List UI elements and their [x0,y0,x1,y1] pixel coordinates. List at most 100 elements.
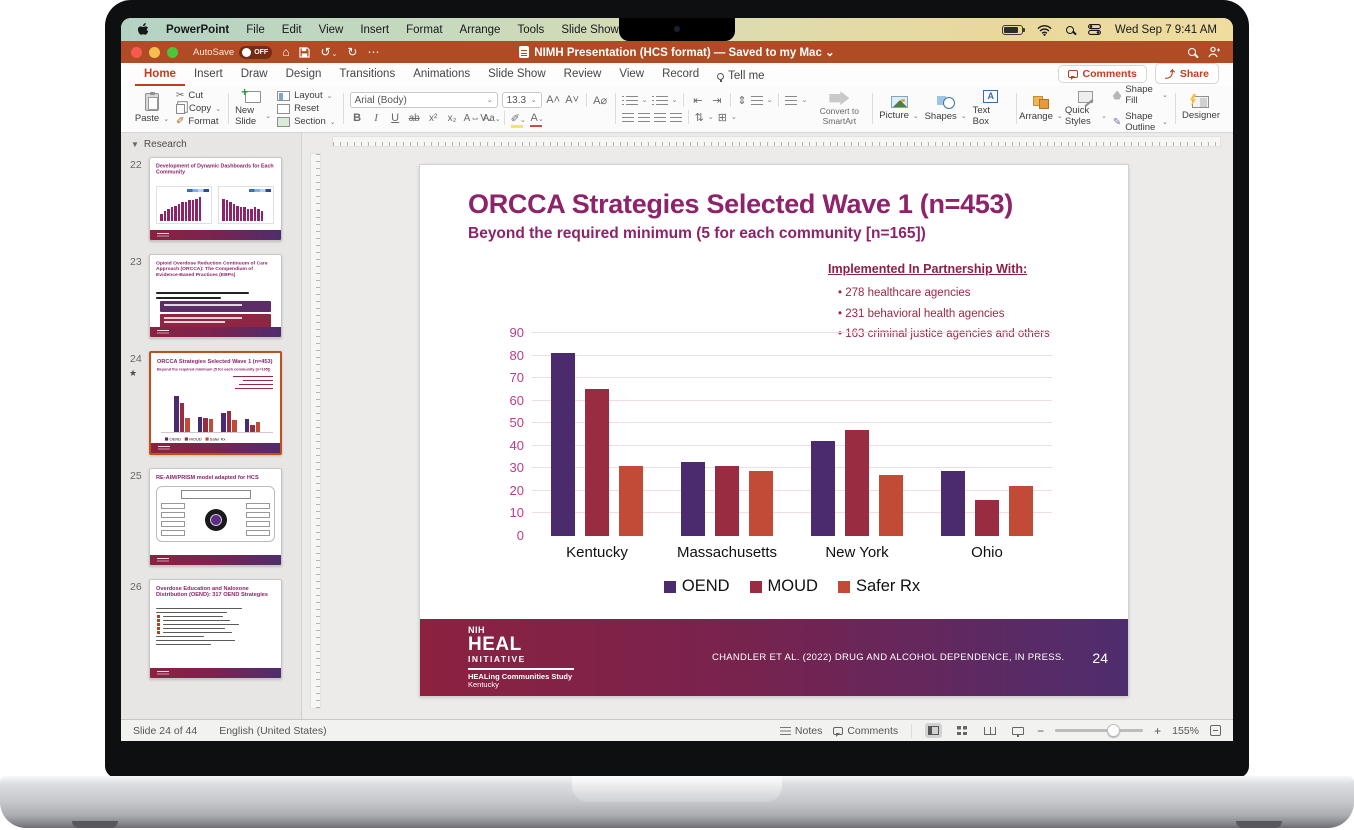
highlight-color-button[interactable]: ✐⌄ [511,112,526,125]
menubar-item-slide-show[interactable]: Slide Show [561,24,619,36]
section-header[interactable]: ▼Research [121,136,301,157]
apple-menu-icon[interactable] [137,23,149,37]
zoom-level[interactable]: 155% [1172,725,1199,737]
slide-canvas[interactable]: ORCCA Strategies Selected Wave 1 (n=453)… [420,165,1128,696]
shapes-button[interactable]: Shapes⌄ [925,96,967,122]
ribbon-tab-design[interactable]: Design [277,65,331,86]
bar-moud-ohio[interactable] [975,500,999,536]
ribbon-tab-review[interactable]: Review [555,65,611,86]
slide-thumbnail-22[interactable]: Development of Dynamic Dashboards for Ea… [149,157,282,241]
strikethrough-button[interactable]: ab [407,113,422,124]
autosave-toggle[interactable]: OFF [239,46,272,59]
underline-button[interactable]: U [388,112,403,124]
font-size-combobox[interactable]: 13.3⌄ [502,92,542,108]
notes-button[interactable]: Notes [780,725,822,737]
bold-button[interactable]: B [350,112,365,124]
align-right-button[interactable] [654,113,666,122]
zoom-in-button[interactable]: + [1154,724,1161,738]
fit-slide-to-window-icon[interactable] [1210,725,1221,736]
bar-safer-rx-ohio[interactable] [1009,486,1033,536]
convert-to-smartart-button[interactable]: Convert to SmartArt [813,91,865,126]
ribbon-tab-home[interactable]: Home [135,65,185,86]
ribbon-tab-view[interactable]: View [610,65,653,86]
subscript-button[interactable]: x₂ [445,113,460,124]
bar-safer-rx-new-york[interactable] [879,475,903,536]
align-left-button[interactable] [622,113,634,122]
redo-icon[interactable]: ↻ [347,46,357,58]
increase-indent-button[interactable]: ⇥ [709,94,724,107]
slide-thumbnail-26[interactable]: Overdose Education and Naloxone Distribu… [149,579,282,679]
share-icon[interactable] [1208,46,1221,58]
italic-button[interactable]: I [369,112,384,124]
decrease-font-size-button[interactable]: A˅ [565,94,580,106]
bar-moud-massachusetts[interactable] [715,466,739,536]
ribbon-tab-transitions[interactable]: Transitions [330,65,404,86]
cut-button[interactable]: ✂Cut [176,90,221,101]
picture-button[interactable]: Picture⌄ [879,96,918,121]
shape-fill-button[interactable]: Shape Fill⌄ [1113,84,1168,106]
reset-button[interactable]: Reset [277,103,336,114]
language-indicator[interactable]: English (United States) [219,725,326,737]
menubar-item-powerpoint[interactable]: PowerPoint [166,24,229,36]
slide-title[interactable]: ORCCA Strategies Selected Wave 1 (n=453) [468,189,1100,220]
font-name-combobox[interactable]: Arial (Body)⌄ [350,92,498,108]
menubar-item-tools[interactable]: Tools [517,24,544,36]
decrease-indent-button[interactable]: ⇤ [690,94,705,107]
text-direction-button[interactable]: ⇅⌄ [695,111,714,124]
font-color-button[interactable]: A⌄ [530,112,545,124]
more-commands-icon[interactable]: ⋯ [367,46,379,58]
comments-button[interactable]: Comments [1058,65,1147,83]
bar-oend-ohio[interactable] [941,471,965,536]
menubar-item-format[interactable]: Format [406,24,442,36]
arrange-button[interactable]: Arrange⌄ [1023,96,1059,122]
slide-counter[interactable]: Slide 24 of 44 [133,725,197,737]
menubar-item-arrange[interactable]: Arrange [460,24,501,36]
bar-safer-rx-massachusetts[interactable] [749,471,773,536]
slide-subtitle[interactable]: Beyond the required minimum (5 for each … [468,225,926,243]
numbering-button[interactable]: ⌄ [652,96,678,105]
align-text-button[interactable]: ⊞⌄ [718,111,737,124]
menubar-item-edit[interactable]: Edit [282,24,302,36]
bar-oend-massachusetts[interactable] [681,462,705,536]
vertical-ruler[interactable] [310,153,321,709]
bar-moud-new-york[interactable] [845,430,869,536]
spotlight-search-icon[interactable] [1066,26,1074,34]
shape-outline-button[interactable]: ✎Shape Outline⌄ [1113,111,1168,133]
slide-sorter-view-button[interactable] [953,723,970,738]
change-case-button[interactable]: Aa⌄ [483,113,498,124]
ribbon-tab-animations[interactable]: Animations [404,65,479,86]
clear-formatting-button[interactable]: A⌀ [593,94,608,107]
zoom-slider-knob[interactable] [1107,724,1120,737]
section-button[interactable]: Section⌄ [277,116,336,127]
horizontal-ruler[interactable] [332,136,1221,147]
ribbon-tab-record[interactable]: Record [653,65,708,86]
normal-view-button[interactable] [925,723,942,738]
menubar-item-file[interactable]: File [246,24,265,36]
control-center-icon[interactable] [1088,24,1101,35]
share-button[interactable]: ⤴Share [1155,63,1219,84]
columns-button[interactable]: ⌄ [785,96,807,105]
align-center-button[interactable] [638,113,650,122]
menubar-item-view[interactable]: View [319,24,344,36]
zoom-window-button[interactable] [167,47,178,58]
format-painter-button[interactable]: ✐Format [176,116,221,127]
zoom-out-button[interactable]: − [1037,724,1044,738]
ribbon-tab-draw[interactable]: Draw [232,65,277,86]
bar-chart[interactable]: 0102030405060708090 KentuckyMassachusett… [490,333,1052,596]
bar-safer-rx-kentucky[interactable] [619,466,643,536]
minimize-window-button[interactable] [149,47,160,58]
bar-moud-kentucky[interactable] [585,389,609,536]
text-box-button[interactable]: AText Box [973,90,1009,127]
presenter-view-button[interactable] [1009,723,1026,738]
designer-button[interactable]: Designer [1182,96,1220,121]
menubar-item-insert[interactable]: Insert [360,24,389,36]
save-icon[interactable] [299,47,310,58]
layout-button[interactable]: Layout⌄ [277,90,336,101]
undo-dropdown-icon[interactable]: ⌄ [332,51,338,58]
increase-font-size-button[interactable]: A˄ [546,94,561,106]
character-spacing-button[interactable]: A⇔V⌄ [464,113,479,124]
line-spacing-button[interactable]: ⇕⌄ [737,94,772,107]
quick-styles-button[interactable]: Quick Styles⌄ [1065,91,1107,127]
bullets-button[interactable]: ⌄ [622,96,648,105]
new-slide-button[interactable]: New Slide⌄ [235,91,271,127]
